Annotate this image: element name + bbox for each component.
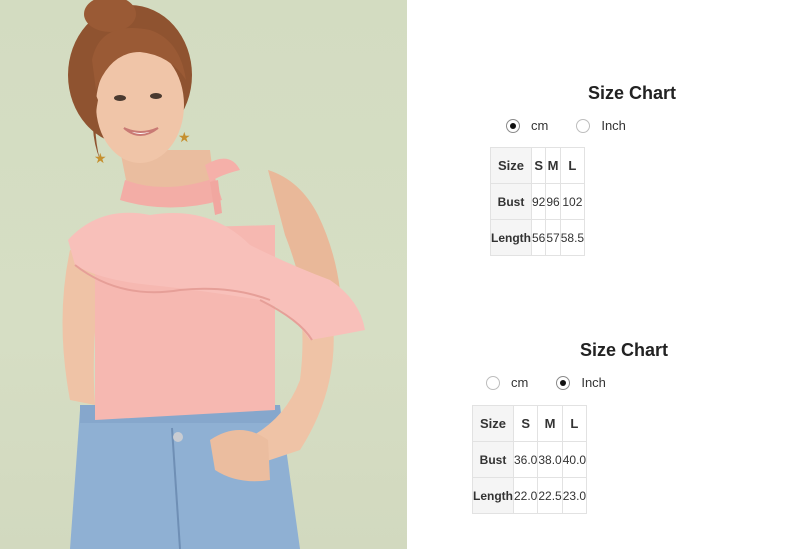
unit-label: Inch <box>581 375 606 390</box>
unit-label: cm <box>531 118 549 133</box>
header-cell: M <box>545 147 561 184</box>
table-cell: 96 <box>545 183 561 220</box>
radio-selected-icon[interactable] <box>556 375 571 390</box>
unit-option-inch[interactable]: Inch <box>556 375 606 390</box>
table-row: Length 56 57 58.5 <box>490 219 586 256</box>
table-cell: 40.0 <box>561 441 588 478</box>
unit-option-cm[interactable]: cm <box>506 118 548 133</box>
table-header-row: Size S M L <box>490 147 586 184</box>
unit-label: cm <box>511 375 529 390</box>
unit-option-cm[interactable]: cm <box>486 375 528 390</box>
radio-unselected-icon[interactable] <box>486 375 500 390</box>
radio-selected-icon[interactable] <box>506 118 520 133</box>
table-cell: 36.0 <box>512 441 539 478</box>
unit-selector: cm Inch <box>486 375 634 390</box>
row-label: Length <box>490 219 532 256</box>
table-cell: 57 <box>545 219 561 256</box>
svg-text:★: ★ <box>178 130 191 146</box>
table-cell: 92 <box>530 183 547 220</box>
table-row: Bust 92 96 102 <box>490 183 586 220</box>
unit-label: Inch <box>601 118 626 133</box>
radio-unselected-icon[interactable] <box>576 118 591 133</box>
table-row: Bust 36.0 38.0 40.0 <box>472 441 588 478</box>
table-header-row: Size S M L <box>472 405 588 442</box>
table-cell: 23.0 <box>561 477 588 514</box>
table-cell: 38.0 <box>537 441 563 478</box>
table-cell: 56 <box>530 219 547 256</box>
size-chart-title: Size Chart <box>588 83 677 103</box>
table-row: Length 22.0 22.5 23.0 <box>472 477 588 514</box>
table-cell: 22.5 <box>537 477 563 514</box>
product-photo: ★ ★ <box>0 0 407 549</box>
unit-option-inch[interactable]: Inch <box>576 118 626 133</box>
unit-selector: cm Inch <box>506 118 654 133</box>
table-cell: 58.5 <box>559 219 586 256</box>
header-cell: S <box>512 405 539 442</box>
size-chart-title: Size Chart <box>580 340 669 360</box>
header-cell: Size <box>472 405 514 442</box>
header-cell: L <box>559 147 586 184</box>
row-label: Length <box>472 477 514 514</box>
header-cell: S <box>530 147 547 184</box>
header-cell: L <box>561 405 588 442</box>
svg-text:★: ★ <box>94 151 107 167</box>
header-cell: Size <box>490 147 532 184</box>
row-label: Bust <box>490 183 532 220</box>
header-cell: M <box>537 405 563 442</box>
size-table: Size S M L Bust 36.0 38.0 40.0 Length 22… <box>472 405 588 514</box>
row-label: Bust <box>472 441 514 478</box>
table-cell: 102 <box>559 183 586 220</box>
size-table: Size S M L Bust 92 96 102 Length 56 57 5… <box>490 147 586 256</box>
table-cell: 22.0 <box>512 477 539 514</box>
